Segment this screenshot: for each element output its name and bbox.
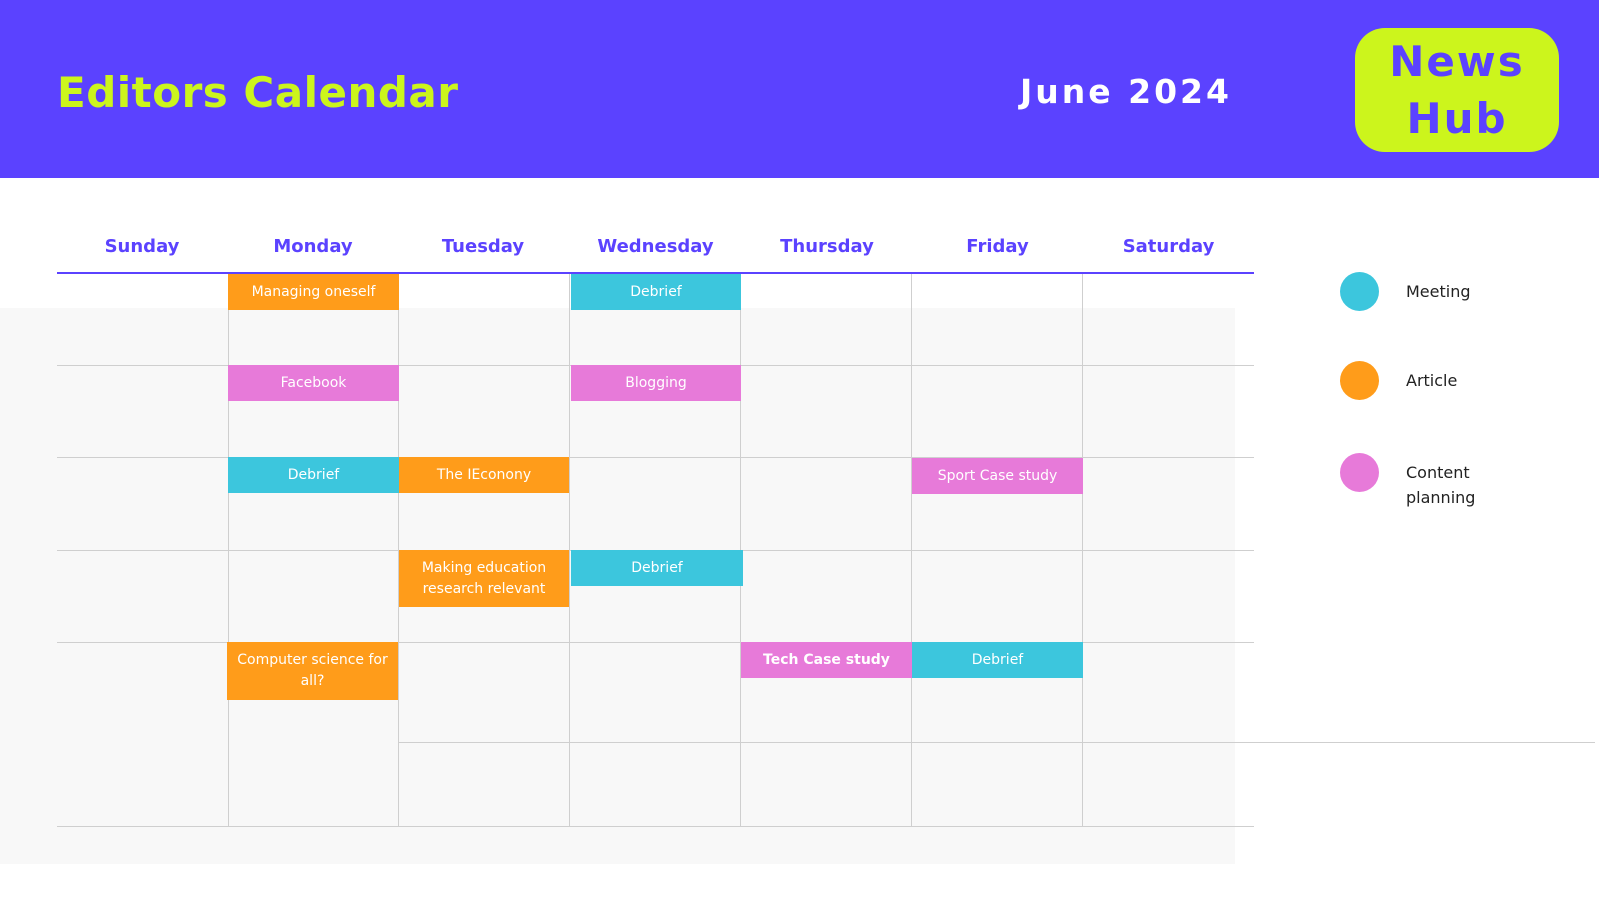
- event-the-ieconony[interactable]: The IEconony: [399, 457, 569, 493]
- grid-row-line: [57, 826, 1254, 827]
- page-title: Editors Calendar: [57, 68, 459, 117]
- event-debrief[interactable]: Debrief: [912, 642, 1083, 678]
- grid-row-line: [398, 742, 1595, 743]
- grid-column-line: [228, 274, 229, 826]
- event-debrief[interactable]: Debrief: [228, 457, 399, 493]
- grid-column-line: [569, 274, 570, 826]
- event-debrief[interactable]: Debrief: [571, 274, 741, 310]
- event-blogging[interactable]: Blogging: [571, 365, 741, 401]
- day-header-friday: Friday: [966, 236, 1029, 257]
- event-making-education-research-relevant[interactable]: Making education research relevant: [399, 550, 569, 607]
- event-tech-case-study[interactable]: Tech Case study: [741, 642, 912, 678]
- news-hub-logo: News Hub: [1355, 28, 1559, 152]
- day-header-monday: Monday: [273, 236, 353, 257]
- day-header-wednesday: Wednesday: [597, 236, 714, 257]
- event-managing-oneself[interactable]: Managing oneself: [228, 274, 399, 310]
- day-header-tuesday: Tuesday: [441, 236, 525, 257]
- event-sport-case-study[interactable]: Sport Case study: [912, 458, 1083, 494]
- article-legend-dot: [1340, 361, 1379, 400]
- logo-line-2: Hub: [1406, 94, 1508, 143]
- meeting-legend-label: Meeting: [1406, 282, 1471, 301]
- content-planning-legend-dot: [1340, 453, 1379, 492]
- event-computer-science-for-all[interactable]: Computer science for all?: [227, 642, 398, 700]
- day-header-saturday: Saturday: [1122, 236, 1215, 257]
- article-legend-label: Article: [1406, 371, 1458, 390]
- header-bar: Editors Calendar June 2024 News Hub: [0, 0, 1599, 178]
- day-header-sunday: Sunday: [104, 236, 180, 257]
- logo-line-1: News: [1389, 37, 1525, 86]
- meeting-legend-dot: [1340, 272, 1379, 311]
- grid-column-line: [1082, 274, 1083, 826]
- event-debrief[interactable]: Debrief: [571, 550, 743, 586]
- event-facebook[interactable]: Facebook: [228, 365, 399, 401]
- content-planning-legend-label: Content planning: [1406, 463, 1476, 507]
- day-header-thursday: Thursday: [780, 236, 874, 257]
- month-label: June 2024: [1020, 72, 1232, 111]
- grid-column-line: [911, 274, 912, 826]
